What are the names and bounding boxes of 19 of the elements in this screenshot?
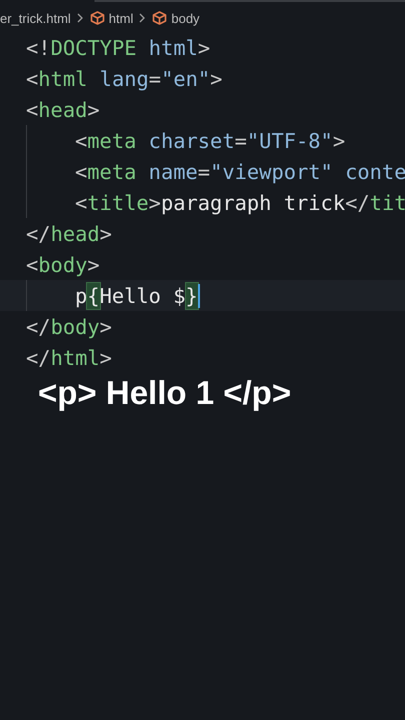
code-line: <title>paragraph trick</tit (75, 190, 405, 216)
cube-icon (152, 11, 168, 25)
caption-text: <p> Hello 1 </p> (38, 374, 292, 412)
breadcrumb-item[interactable]: er_trick.html (0, 10, 71, 26)
code-line: <!DOCTYPE html> (26, 34, 210, 60)
code-line: <meta name="viewport" conte (75, 158, 405, 184)
code-line: <meta charset="UTF-8"> (75, 128, 346, 154)
code-line: </html> (26, 344, 112, 370)
chevron-icon (76, 13, 84, 23)
code-line: </body> (26, 314, 112, 340)
code-line: <body> (26, 252, 100, 278)
breadcrumb-item[interactable]: body (171, 10, 200, 26)
code-line: p{Hello $} (75, 282, 200, 308)
code-line: <html lang="en"> (26, 66, 222, 92)
code-line: </head> (26, 220, 112, 246)
cube-icon (90, 11, 105, 25)
code-line: <head> (26, 96, 100, 122)
breadcrumb-item[interactable]: html (108, 10, 134, 26)
chevron-icon (139, 13, 146, 23)
